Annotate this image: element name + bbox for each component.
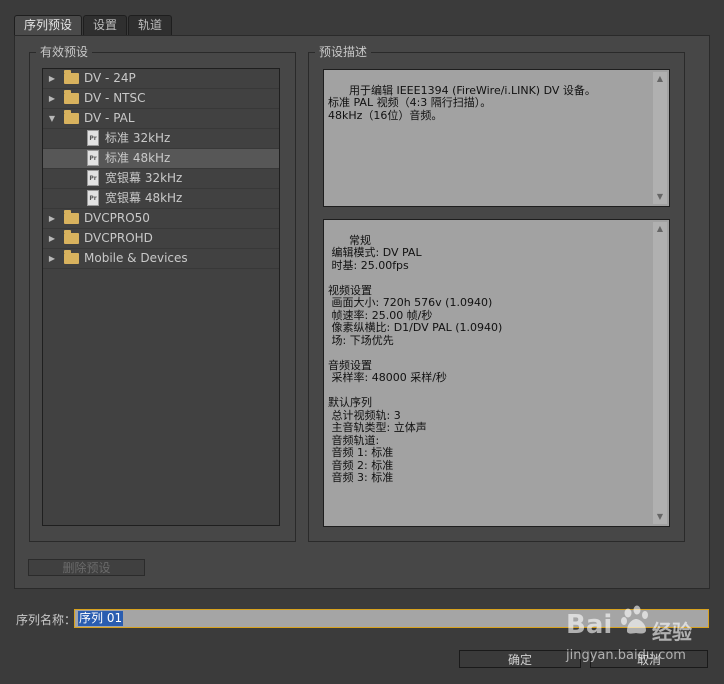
preset-description-title: 预设描述 — [315, 45, 372, 59]
description-details-box[interactable]: 常规 编辑模式: DV PAL 时基: 25.00fps 视频设置 画面大小: … — [323, 219, 670, 527]
folder-icon — [64, 70, 79, 84]
tree-item-label: 标准 32kHz — [105, 131, 171, 145]
tree-item-label: DVCPROHD — [84, 231, 153, 245]
tree-folder-mobile-devices[interactable]: ▶ Mobile & Devices — [43, 249, 279, 269]
available-presets-group: 有效预设 ▶ DV - 24P ▶ DV - NTSC ▼ DV - PAL P… — [29, 45, 296, 542]
delete-preset-button[interactable]: 删除预设 — [28, 559, 145, 576]
folder-icon — [64, 230, 79, 244]
chevron-right-icon[interactable]: ▶ — [47, 229, 57, 248]
tab-settings[interactable]: 设置 — [83, 15, 128, 35]
premiere-file-icon: Pr — [87, 170, 99, 186]
description-summary-text: 用于编辑 IEEE1394 (FireWire/i.LINK) DV 设备。 标… — [328, 83, 596, 122]
premiere-file-icon: Pr — [87, 190, 99, 206]
summary-scrollbar[interactable]: ▲ ▼ — [653, 72, 667, 204]
cancel-button[interactable]: 取消 — [590, 650, 708, 668]
tree-item-label: 宽银幕 32kHz — [105, 171, 183, 185]
tree-preset-widescreen-48khz[interactable]: Pr 宽银幕 48kHz — [43, 189, 279, 209]
folder-icon — [64, 210, 79, 224]
details-scrollbar[interactable]: ▲ ▼ — [653, 222, 667, 524]
tree-item-label: 宽银幕 48kHz — [105, 191, 183, 205]
tab-tracks[interactable]: 轨道 — [128, 15, 173, 35]
folder-icon — [64, 250, 79, 264]
preset-tree[interactable]: ▶ DV - 24P ▶ DV - NTSC ▼ DV - PAL Pr 标准 … — [42, 68, 280, 526]
tree-item-label: DVCPRO50 — [84, 211, 150, 225]
ok-button[interactable]: 确定 — [459, 650, 581, 668]
tree-folder-dv-pal[interactable]: ▼ DV - PAL — [43, 109, 279, 129]
tree-item-label: DV - NTSC — [84, 91, 146, 105]
folder-open-icon — [64, 110, 79, 124]
tree-folder-dv-24p[interactable]: ▶ DV - 24P — [43, 69, 279, 89]
tree-preset-widescreen-32khz[interactable]: Pr 宽银幕 32kHz — [43, 169, 279, 189]
tree-item-label: DV - PAL — [84, 111, 135, 125]
tab-sequence-presets[interactable]: 序列预设 — [14, 15, 83, 35]
tree-folder-dv-ntsc[interactable]: ▶ DV - NTSC — [43, 89, 279, 109]
sequence-name-input[interactable] — [74, 609, 709, 628]
premiere-file-icon: Pr — [87, 130, 99, 146]
description-summary-box[interactable]: 用于编辑 IEEE1394 (FireWire/i.LINK) DV 设备。 标… — [323, 69, 670, 207]
tree-folder-dvcprohd[interactable]: ▶ DVCPROHD — [43, 229, 279, 249]
sequence-name-label: 序列名称： — [16, 613, 77, 627]
tree-item-label: DV - 24P — [84, 71, 136, 85]
tree-item-label: Mobile & Devices — [84, 251, 188, 265]
available-presets-title: 有效预设 — [36, 45, 93, 59]
tree-item-label: 标准 48kHz — [105, 151, 171, 165]
scroll-up-icon[interactable]: ▲ — [653, 72, 667, 86]
chevron-right-icon[interactable]: ▶ — [47, 249, 57, 268]
scroll-up-icon[interactable]: ▲ — [653, 222, 667, 236]
sequence-name-value[interactable]: 序列 01 — [78, 611, 124, 626]
description-details-text: 常规 编辑模式: DV PAL 时基: 25.00fps 视频设置 画面大小: … — [328, 233, 503, 484]
preset-description-group: 预设描述 用于编辑 IEEE1394 (FireWire/i.LINK) DV … — [308, 45, 685, 542]
chevron-down-icon[interactable]: ▼ — [47, 109, 57, 128]
tree-preset-standard-32khz[interactable]: Pr 标准 32kHz — [43, 129, 279, 149]
folder-icon — [64, 90, 79, 104]
premiere-file-icon: Pr — [87, 150, 99, 166]
scroll-down-icon[interactable]: ▼ — [653, 190, 667, 204]
chevron-right-icon[interactable]: ▶ — [47, 209, 57, 228]
tree-folder-dvcpro50[interactable]: ▶ DVCPRO50 — [43, 209, 279, 229]
chevron-right-icon[interactable]: ▶ — [47, 69, 57, 88]
scroll-down-icon[interactable]: ▼ — [653, 510, 667, 524]
presets-panel: 有效预设 ▶ DV - 24P ▶ DV - NTSC ▼ DV - PAL P… — [14, 35, 710, 589]
tab-bar: 序列预设 设置 轨道 — [14, 15, 173, 35]
chevron-right-icon[interactable]: ▶ — [47, 89, 57, 108]
tree-preset-standard-48khz[interactable]: Pr 标准 48kHz — [43, 149, 279, 169]
